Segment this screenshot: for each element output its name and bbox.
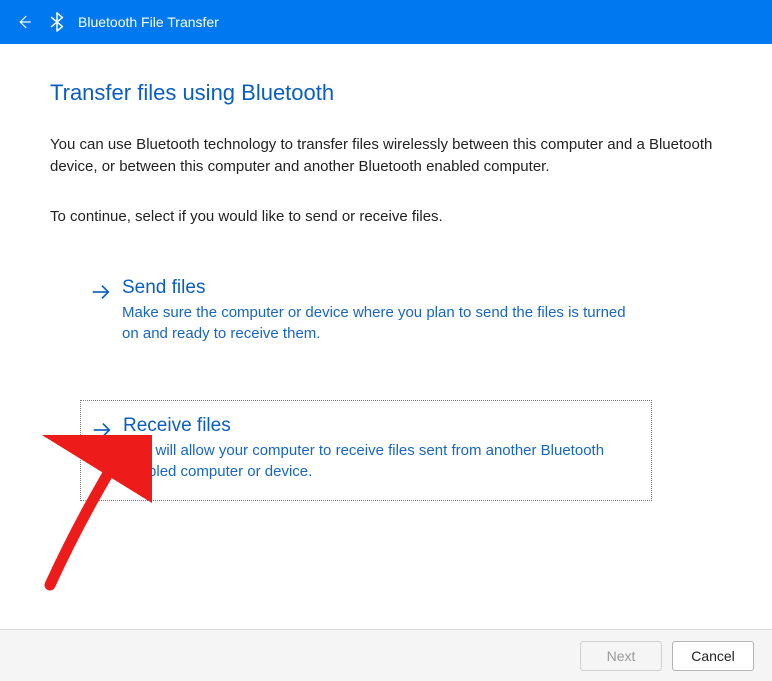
page-heading: Transfer files using Bluetooth <box>50 80 722 106</box>
option-receive-title: Receive files <box>123 415 641 437</box>
content-area: Transfer files using Bluetooth You can u… <box>0 44 772 501</box>
option-send-desc: Make sure the computer or device where y… <box>122 302 642 344</box>
footer-bar: Next Cancel <box>0 629 772 681</box>
cancel-button[interactable]: Cancel <box>672 641 754 671</box>
bluetooth-icon <box>50 12 64 32</box>
back-icon[interactable] <box>12 10 36 34</box>
option-text: Receive files This will allow your compu… <box>123 415 641 482</box>
option-receive-files[interactable]: Receive files This will allow your compu… <box>80 400 652 501</box>
instruction-text: To continue, select if you would like to… <box>50 208 722 225</box>
option-text: Send files Make sure the computer or dev… <box>122 277 642 344</box>
arrow-right-icon <box>91 419 113 446</box>
option-send-files[interactable]: Send files Make sure the computer or dev… <box>80 263 652 362</box>
arrow-right-icon <box>90 281 112 308</box>
intro-text: You can use Bluetooth technology to tran… <box>50 134 722 178</box>
next-button: Next <box>580 641 662 671</box>
options-list: Send files Make sure the computer or dev… <box>50 263 722 501</box>
option-send-title: Send files <box>122 277 642 299</box>
option-receive-desc: This will allow your computer to receive… <box>123 440 641 482</box>
titlebar: Bluetooth File Transfer <box>0 0 772 44</box>
window-title: Bluetooth File Transfer <box>78 14 219 30</box>
